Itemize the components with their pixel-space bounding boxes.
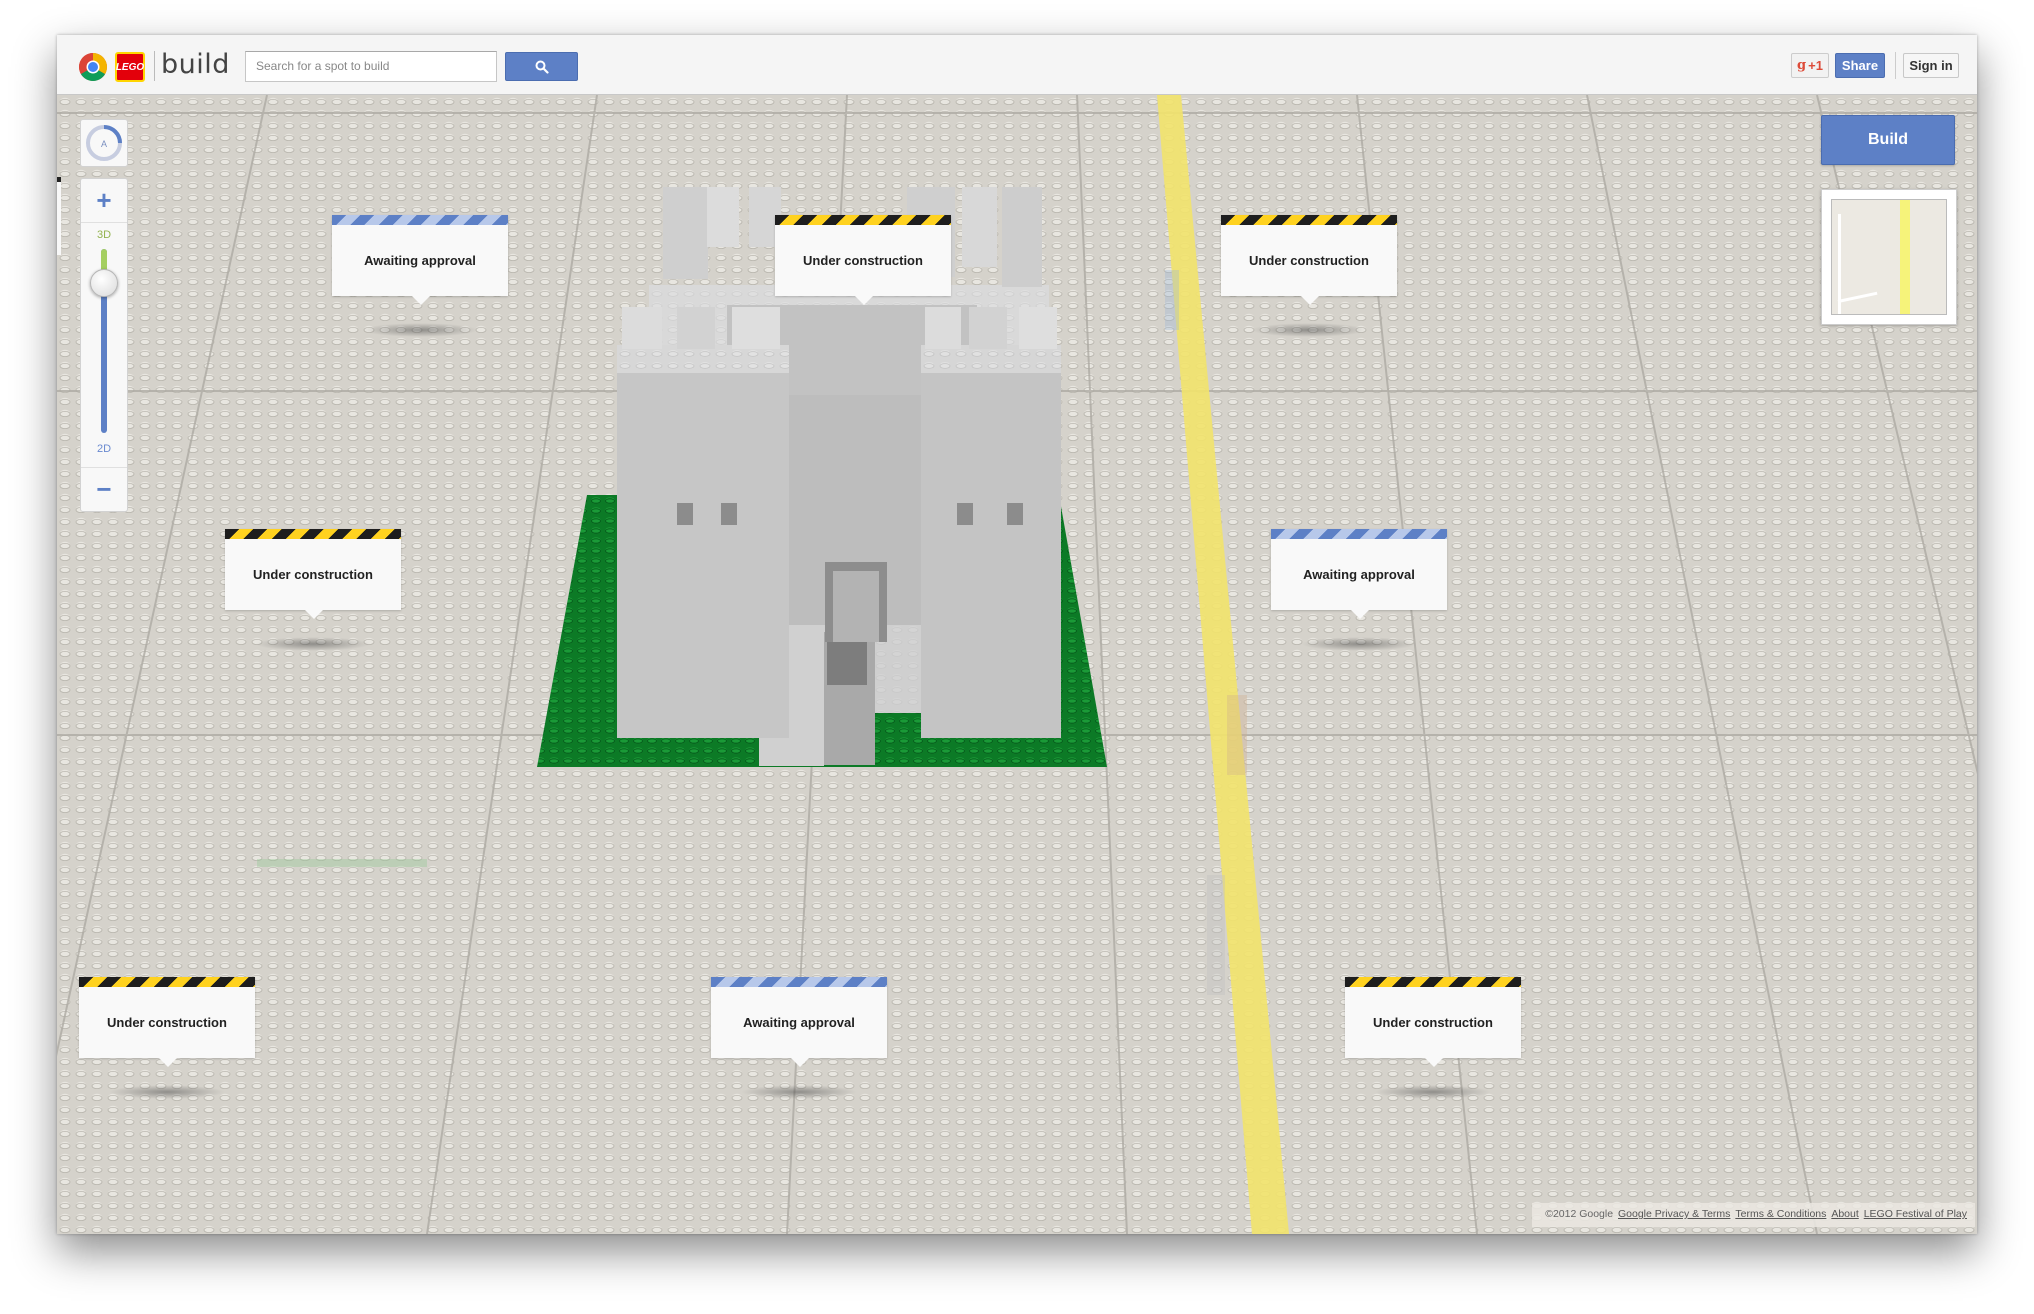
tag-pointer — [412, 296, 430, 305]
google-plus-one-button[interactable]: g +1 — [1791, 53, 1829, 78]
tag-shadow — [1301, 637, 1417, 651]
zoom-in-button[interactable]: + — [81, 179, 127, 223]
construction-stripe — [775, 215, 951, 225]
plot-tag[interactable]: Under construction — [775, 215, 951, 305]
approval-stripe — [332, 215, 508, 225]
tag-pointer — [855, 296, 873, 305]
privacy-terms-link[interactable]: Google Privacy & Terms — [1618, 1208, 1730, 1220]
minimap[interactable] — [1821, 189, 1957, 325]
zoom-2d-label: 2D — [96, 443, 112, 455]
tag-pointer — [159, 1058, 177, 1067]
footer: ©2012 Google Google Privacy & Terms Term… — [1532, 1203, 1975, 1227]
search-button[interactable] — [505, 52, 578, 81]
plot-tag[interactable]: Under construction — [79, 977, 255, 1099]
plot-tag[interactable]: Awaiting approval — [1271, 529, 1447, 651]
terms-conditions-link[interactable]: Terms & Conditions — [1735, 1208, 1826, 1220]
google-plus-icon: g — [1797, 58, 1807, 73]
zoom-3d-label: 3D — [96, 229, 112, 241]
zoom-control: + 3D 2D − — [80, 178, 128, 512]
construction-stripe — [1221, 215, 1397, 225]
construction-stripe — [1345, 977, 1521, 987]
plot-status-label: Awaiting approval — [1303, 567, 1415, 582]
plus-one-label: +1 — [1808, 58, 1823, 73]
plot-tag[interactable]: Under construction — [1345, 977, 1521, 1099]
minimap-road — [1900, 200, 1910, 314]
search-input[interactable]: Search for a spot to build — [245, 51, 497, 82]
copyright-text: ©2012 Google — [1545, 1208, 1614, 1220]
minimap-path-bottom — [1837, 291, 1878, 303]
construction-stripe — [225, 529, 401, 539]
construction-stripe — [79, 977, 255, 987]
about-link[interactable]: About — [1831, 1208, 1858, 1220]
tag-pointer — [1425, 1058, 1443, 1067]
plot-status-label: Under construction — [1373, 1015, 1493, 1030]
top-bar: LEGO build Search for a spot to build g … — [57, 35, 1977, 95]
lego-logo[interactable]: LEGO — [115, 52, 145, 82]
plot-tag[interactable]: Awaiting approval — [711, 977, 887, 1099]
zoom-slider-handle[interactable] — [90, 269, 118, 297]
plot-tag[interactable]: Under construction — [1221, 215, 1397, 337]
tag-shadow — [362, 323, 478, 337]
tag-shadow — [255, 637, 371, 651]
zoom-out-button[interactable]: − — [81, 467, 127, 511]
search-icon — [535, 60, 549, 74]
sign-in-button[interactable]: Sign in — [1903, 53, 1959, 78]
plot-tag[interactable]: Awaiting approval — [332, 215, 508, 337]
minimap-view — [1831, 199, 1947, 315]
lego-festival-link[interactable]: LEGO Festival of Play — [1864, 1208, 1967, 1220]
plot-status-label: Under construction — [107, 1015, 227, 1030]
tag-pointer — [1301, 296, 1319, 305]
compass-label: A — [101, 139, 107, 149]
chrome-icon[interactable] — [78, 52, 108, 82]
logo-divider — [154, 51, 155, 81]
offscreen-plot-tag[interactable] — [57, 177, 61, 255]
tag-pointer — [791, 1058, 809, 1067]
share-button[interactable]: Share — [1835, 53, 1885, 78]
tag-pointer — [305, 610, 323, 619]
plot-status-label: Under construction — [803, 253, 923, 268]
build-button[interactable]: Build — [1821, 115, 1955, 165]
rotate-compass-icon: A — [86, 125, 122, 161]
tag-shadow — [109, 1085, 225, 1099]
browser-window: LEGO build Search for a spot to build g … — [57, 35, 1977, 1234]
approval-stripe — [711, 977, 887, 987]
plot-status-label: Under construction — [253, 567, 373, 582]
tag-shadow — [1251, 323, 1367, 337]
tag-shadow — [741, 1085, 857, 1099]
lego-map-viewport[interactable]: A + 3D 2D − Build Awaiting approval Unde… — [57, 95, 1977, 1234]
toolbar-divider — [1895, 52, 1896, 79]
plot-tag[interactable]: Under construction — [225, 529, 401, 651]
compass-control[interactable]: A — [80, 119, 128, 167]
plot-status-label: Awaiting approval — [743, 1015, 855, 1030]
plot-status-label: Under construction — [1249, 253, 1369, 268]
tag-pointer — [1351, 610, 1369, 619]
tag-shadow — [1375, 1085, 1491, 1099]
plot-status-label: Awaiting approval — [364, 253, 476, 268]
app-title[interactable]: build — [161, 49, 230, 80]
approval-stripe — [1271, 529, 1447, 539]
